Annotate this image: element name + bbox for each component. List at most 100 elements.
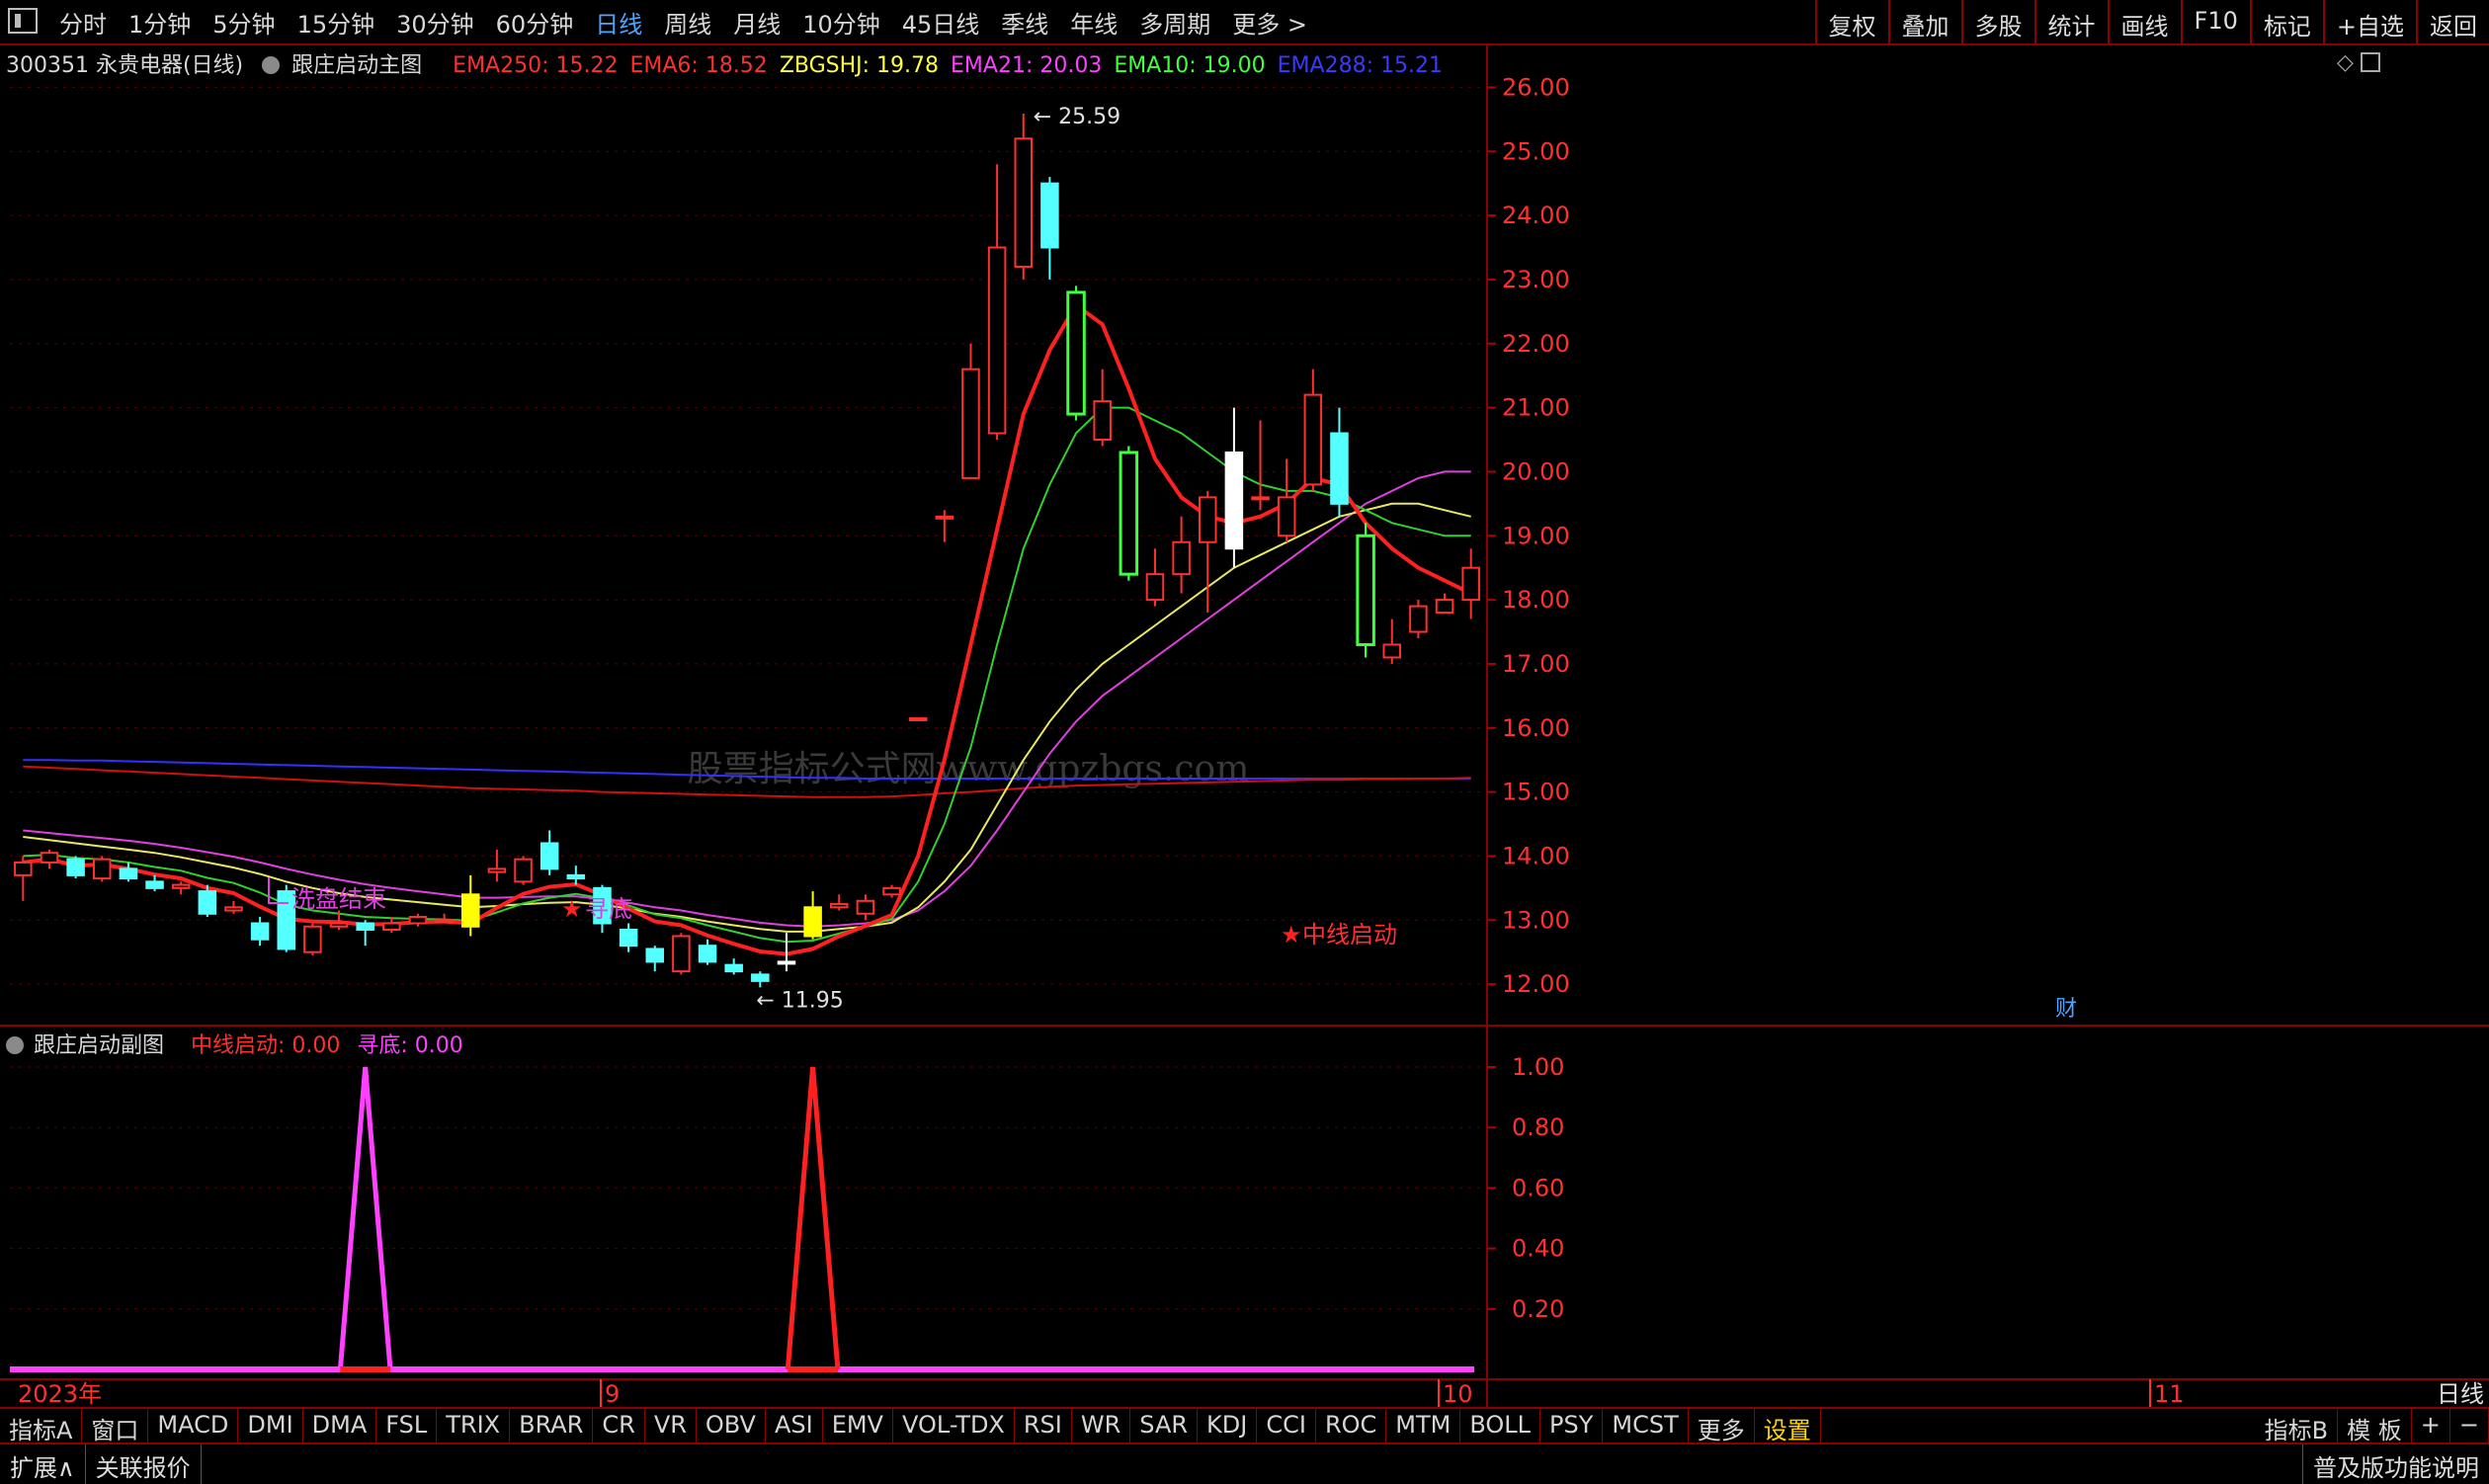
candle-body	[803, 906, 822, 938]
candle-body	[1409, 605, 1428, 633]
indicator-tab-3[interactable]: DMI	[238, 1409, 303, 1443]
sub-line-xundi: 寻底: 0.00	[357, 1033, 463, 1058]
candle-body	[987, 246, 1007, 435]
candle-body	[672, 935, 691, 973]
signal-peak-zhongxian	[785, 1066, 841, 1370]
candle-body	[92, 858, 112, 880]
sub-tick-label: 0.80	[1512, 1113, 1564, 1141]
date-label: 10	[1443, 1380, 1473, 1407]
indicator-tab-22[interactable]: PSY	[1540, 1409, 1604, 1443]
candle-body	[935, 515, 954, 520]
sub-tick-label: 0.20	[1512, 1295, 1564, 1323]
candle-body	[14, 861, 33, 876]
candle-body	[961, 368, 980, 479]
indicator-tab-17[interactable]: KDJ	[1198, 1409, 1258, 1443]
date-label: 9	[605, 1380, 620, 1407]
signal-peak-xundi	[337, 1066, 393, 1370]
indicator-tab-24[interactable]: 更多	[1689, 1409, 1755, 1444]
candle-body	[1014, 137, 1034, 268]
candle-body	[460, 893, 480, 928]
indicator-tab-4[interactable]: DMA	[303, 1409, 377, 1443]
line-ema21	[23, 470, 1471, 928]
bottom-star-icon: ★	[561, 895, 583, 923]
candle-body	[40, 852, 59, 864]
candle-body	[1435, 599, 1454, 615]
candle-body	[1224, 451, 1244, 550]
indicator-right-button-3[interactable]: −	[2450, 1409, 2489, 1443]
indicator-tab-6[interactable]: TRIX	[437, 1409, 511, 1443]
cai-label: 财	[2055, 997, 2077, 1022]
related-quote-button[interactable]: 关联报价	[86, 1444, 202, 1484]
indicator-tab-7[interactable]: BRAR	[510, 1409, 594, 1443]
price-tick-label: 21.00	[1502, 394, 1570, 422]
price-tick-label: 16.00	[1502, 714, 1570, 742]
candle-body	[566, 873, 586, 880]
indicator-tab-1[interactable]: 窗口	[82, 1409, 149, 1444]
candle-body	[1172, 540, 1191, 576]
indicator-tab-21[interactable]: BOLL	[1460, 1409, 1541, 1443]
date-label: 11	[2154, 1380, 2185, 1407]
indicator-tab-23[interactable]: MCST	[1603, 1409, 1689, 1443]
expand-button[interactable]: 扩展∧	[0, 1444, 86, 1484]
indicator-tab-19[interactable]: ROC	[1316, 1409, 1387, 1443]
indicator-tab-16[interactable]: SAR	[1130, 1409, 1199, 1443]
candle-body	[698, 945, 717, 963]
candle-body	[303, 925, 322, 953]
candle-body	[435, 919, 454, 924]
candle-body	[66, 858, 85, 876]
indicator-tab-20[interactable]: MTM	[1386, 1409, 1461, 1443]
indicator-tab-5[interactable]: FSL	[376, 1409, 438, 1443]
candle-body	[408, 916, 428, 925]
indicator-tab-0[interactable]: 指标A	[0, 1409, 83, 1444]
indicator-tab-18[interactable]: CCI	[1257, 1409, 1316, 1443]
indicator-tab-13[interactable]: VOL-TDX	[893, 1409, 1015, 1443]
candle-body	[171, 883, 191, 889]
price-tick-label: 23.00	[1502, 266, 1570, 293]
indicator-tabs-right: 指标B 模 板 + −	[2256, 1409, 2489, 1444]
candle-body	[1198, 496, 1217, 543]
sub-tick-label: 0.40	[1512, 1235, 1564, 1263]
candle-body-green	[1119, 451, 1139, 576]
indicator-tab-12[interactable]: EMV	[823, 1409, 893, 1443]
candle-body	[198, 890, 217, 915]
sub-line-zhongxian: 中线启动: 0.00	[191, 1033, 341, 1058]
status-bar: 扩展∧ 关联报价 普及版功能说明	[0, 1443, 2489, 1484]
sub-indicator-menu-icon[interactable]	[6, 1036, 24, 1054]
price-tick-label: 25.00	[1502, 137, 1570, 165]
indicator-right-button-2[interactable]: +	[2412, 1409, 2450, 1443]
candle-body	[145, 880, 164, 889]
candle-body	[1461, 566, 1480, 602]
price-tick-label: 14.00	[1502, 842, 1570, 869]
chart-area[interactable]: 26.00 25.00 24.00 23.00 22.00 21.00 20.00 19.00…	[0, 0, 2489, 1407]
indicator-tabs: 指标A 窗口 MACD DMI DMA FSL TRIX BRAR CR VR OBV ASI EMV V…	[0, 1407, 2489, 1444]
indicator-tab-9[interactable]: VR	[645, 1409, 697, 1443]
candle-body	[1251, 496, 1270, 501]
edition-info-link[interactable]: 普及版功能说明	[2302, 1444, 2489, 1484]
high-price-label: ← 25.59	[1034, 105, 1120, 129]
indicator-tab-2[interactable]: MACD	[148, 1409, 239, 1443]
indicator-right-button-1[interactable]: 模 板	[2338, 1409, 2412, 1444]
sub-tick-label: 0.60	[1512, 1174, 1564, 1201]
sub-indicator-label: 跟庄启动副图	[34, 1033, 165, 1058]
candle-body	[1093, 400, 1112, 442]
candle-body	[329, 922, 349, 928]
indicator-tab-10[interactable]: OBV	[697, 1409, 766, 1443]
candle-body	[777, 960, 796, 965]
candle-body	[1277, 496, 1296, 537]
sub-indicator-name[interactable]: 跟庄启动副图	[6, 1033, 174, 1058]
indicator-tab-15[interactable]: WR	[1072, 1409, 1131, 1443]
indicator-tab-14[interactable]: RSI	[1015, 1409, 1072, 1443]
candle-body	[1040, 182, 1059, 249]
indicator-tab-8[interactable]: CR	[593, 1409, 645, 1443]
indicator-tab-11[interactable]: ASI	[766, 1409, 823, 1443]
indicator-right-button-0[interactable]: 指标B	[2256, 1409, 2339, 1444]
line-ema6	[23, 301, 1472, 956]
indicator-tab-25[interactable]: 设置	[1755, 1409, 1821, 1444]
candle-body	[224, 906, 243, 912]
start-star-icon: ★	[1281, 921, 1302, 948]
candle-body	[1330, 432, 1349, 505]
candle-body	[487, 867, 507, 873]
price-tick-label: 24.00	[1502, 202, 1570, 229]
date-label: 2023年	[18, 1380, 102, 1407]
candle-body	[908, 717, 928, 722]
